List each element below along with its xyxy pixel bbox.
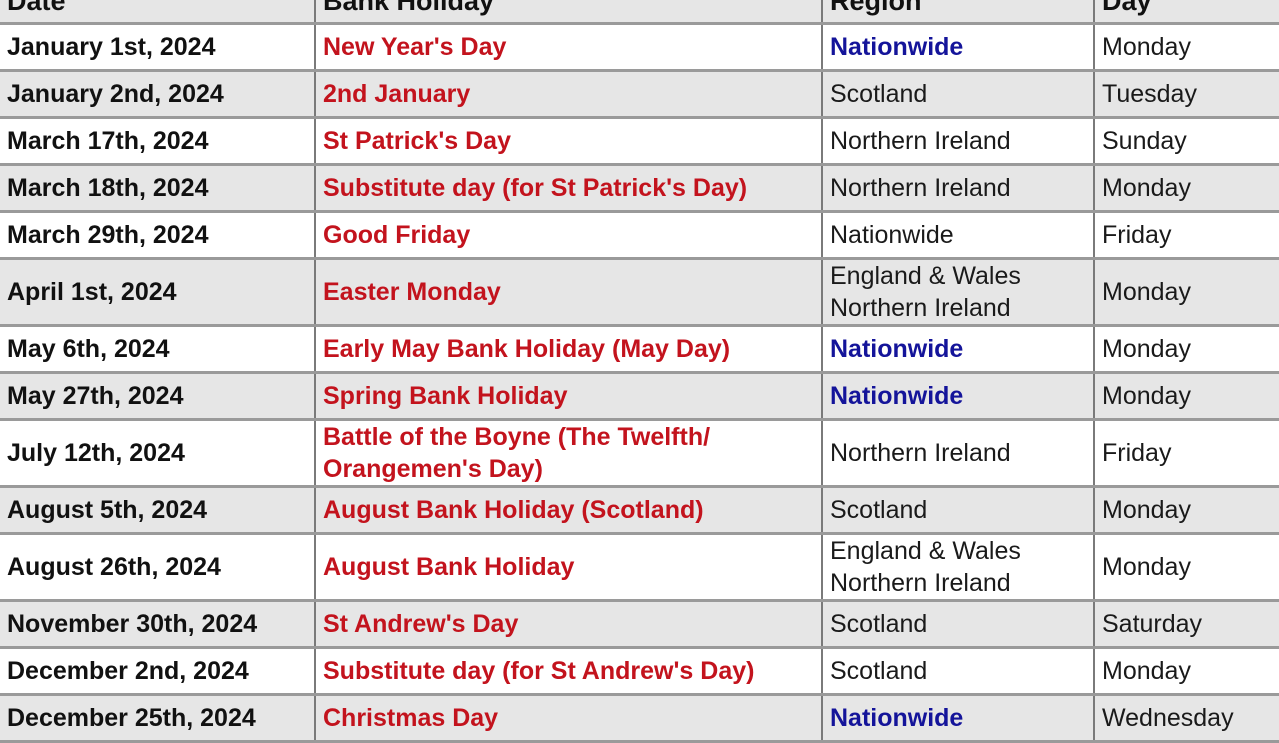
day-cell: Monday (1093, 647, 1279, 696)
date-cell: August 5th, 2024 (0, 486, 315, 535)
region-cell: Scotland (821, 486, 1094, 535)
date-cell: January 1st, 2024 (0, 23, 315, 72)
table-row: May 27th, 2024 Spring Bank Holiday Natio… (0, 372, 1279, 421)
holiday-cell: 2nd January (314, 70, 822, 119)
header-date: Date (0, 0, 315, 25)
date-cell: July 12th, 2024 (0, 419, 315, 488)
region-cell: England & Wales Northern Ireland (821, 258, 1094, 327)
holiday-cell: August Bank Holiday (314, 533, 822, 602)
date-cell: May 6th, 2024 (0, 325, 315, 374)
region-cell: Scotland (821, 647, 1094, 696)
day-cell: Monday (1093, 164, 1279, 213)
day-cell: Wednesday (1093, 694, 1279, 743)
table-row: December 2nd, 2024 Substitute day (for S… (0, 647, 1279, 696)
day-cell: Monday (1093, 325, 1279, 374)
date-cell: December 2nd, 2024 (0, 647, 315, 696)
day-cell: Monday (1093, 23, 1279, 72)
date-cell: August 26th, 2024 (0, 533, 315, 602)
day-cell: Tuesday (1093, 70, 1279, 119)
holiday-cell: Good Friday (314, 211, 822, 260)
day-cell: Monday (1093, 372, 1279, 421)
date-cell: December 25th, 2024 (0, 694, 315, 743)
region-cell: Scotland (821, 70, 1094, 119)
table-row: August 26th, 2024 August Bank Holiday En… (0, 533, 1279, 602)
holiday-cell: Christmas Day (314, 694, 822, 743)
date-cell: April 1st, 2024 (0, 258, 315, 327)
table-row: January 1st, 2024 New Year's Day Nationw… (0, 23, 1279, 72)
day-cell: Friday (1093, 211, 1279, 260)
holiday-cell: Substitute day (for St Patrick's Day) (314, 164, 822, 213)
header-region: Region (821, 0, 1094, 25)
region-cell: Nationwide (821, 372, 1094, 421)
date-cell: November 30th, 2024 (0, 600, 315, 649)
region-cell: Northern Ireland (821, 164, 1094, 213)
header-day: Day (1093, 0, 1279, 25)
date-cell: March 17th, 2024 (0, 117, 315, 166)
holiday-cell: Easter Monday (314, 258, 822, 327)
region-cell: Northern Ireland (821, 117, 1094, 166)
holiday-cell: Substitute day (for St Andrew's Day) (314, 647, 822, 696)
holiday-cell: Early May Bank Holiday (May Day) (314, 325, 822, 374)
table-row: August 5th, 2024 August Bank Holiday (Sc… (0, 486, 1279, 535)
region-cell: Northern Ireland (821, 419, 1094, 488)
holiday-cell: Battle of the Boyne (The Twelfth/Orangem… (314, 419, 822, 488)
holiday-cell: St Patrick's Day (314, 117, 822, 166)
holiday-cell: August Bank Holiday (Scotland) (314, 486, 822, 535)
day-cell: Monday (1093, 486, 1279, 535)
region-cell: Nationwide (821, 694, 1094, 743)
table-row: July 12th, 2024 Battle of the Boyne (The… (0, 419, 1279, 488)
region-cell: Scotland (821, 600, 1094, 649)
day-cell: Saturday (1093, 600, 1279, 649)
holiday-cell: Spring Bank Holiday (314, 372, 822, 421)
table-row: November 30th, 2024 St Andrew's Day Scot… (0, 600, 1279, 649)
region-cell: Nationwide (821, 325, 1094, 374)
date-cell: March 29th, 2024 (0, 211, 315, 260)
day-cell: Friday (1093, 419, 1279, 488)
header-bank-holiday: Bank Holiday (314, 0, 822, 25)
holiday-cell: St Andrew's Day (314, 600, 822, 649)
day-cell: Monday (1093, 258, 1279, 327)
table-row: April 1st, 2024 Easter Monday England & … (0, 258, 1279, 327)
table-row: March 18th, 2024 Substitute day (for St … (0, 164, 1279, 213)
region-cell: Nationwide (821, 211, 1094, 260)
day-cell: Monday (1093, 533, 1279, 602)
table-row: March 29th, 2024 Good Friday Nationwide … (0, 211, 1279, 260)
day-cell: Sunday (1093, 117, 1279, 166)
holiday-cell: New Year's Day (314, 23, 822, 72)
bank-holidays-table: Date Bank Holiday Region Day January 1st… (0, 0, 1279, 743)
table-row: December 25th, 2024 Christmas Day Nation… (0, 694, 1279, 743)
header-row: Date Bank Holiday Region Day (0, 0, 1279, 25)
table-row: May 6th, 2024 Early May Bank Holiday (Ma… (0, 325, 1279, 374)
region-cell: England & Wales Northern Ireland (821, 533, 1094, 602)
region-cell: Nationwide (821, 23, 1094, 72)
date-cell: March 18th, 2024 (0, 164, 315, 213)
table-row: January 2nd, 2024 2nd January Scotland T… (0, 70, 1279, 119)
date-cell: January 2nd, 2024 (0, 70, 315, 119)
date-cell: May 27th, 2024 (0, 372, 315, 421)
table-row: March 17th, 2024 St Patrick's Day Northe… (0, 117, 1279, 166)
